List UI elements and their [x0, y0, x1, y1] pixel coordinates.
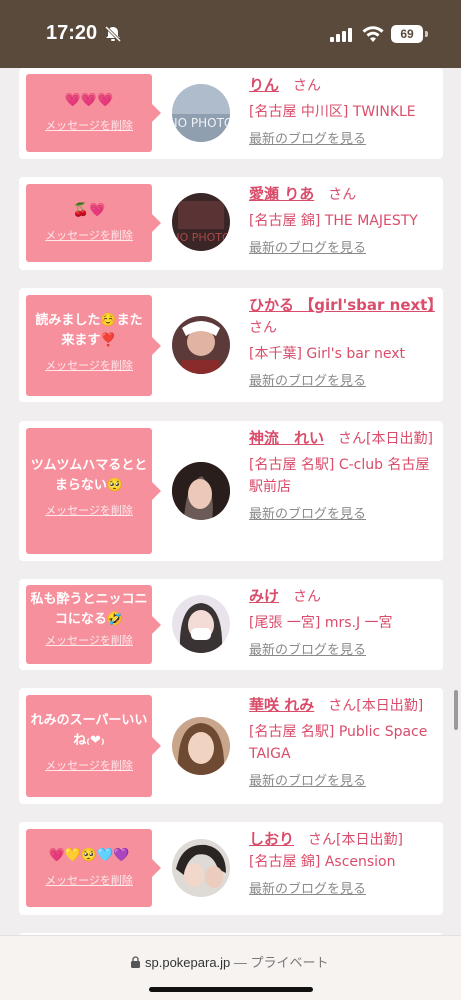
avatar[interactable]: NO PHOTO: [172, 84, 230, 142]
shop-info: [名古屋 中川区] TWINKLE: [249, 104, 416, 120]
private-label: — プライベート: [233, 955, 329, 970]
latest-blog-link[interactable]: 最新のブログを見る: [249, 504, 439, 526]
latest-blog-link[interactable]: 最新のブログを見る: [249, 771, 439, 793]
scroll-indicator[interactable]: [454, 690, 458, 730]
girl-name-link[interactable]: 愛瀬 りあ: [249, 185, 314, 203]
shop-info: [名古屋 名駅] Public Space TAIGA: [249, 724, 428, 762]
avatar[interactable]: [172, 462, 230, 520]
profile-photo: [172, 839, 230, 897]
delete-message-link[interactable]: メッセージを削除: [26, 632, 152, 648]
honorific: さん: [249, 320, 277, 336]
message-text: 読みました☺️また来ます❣️: [35, 313, 143, 348]
message-bubble: 読みました☺️また来ます❣️ メッセージを削除: [26, 295, 161, 396]
today-working-badge: [本日出勤]: [366, 431, 433, 447]
message-bubble: ツムツムハマるととまらない🥺 メッセージを削除: [26, 428, 161, 554]
message-card: ツムツムハマるととまらない🥺 メッセージを削除 神流 れい さん[本日出勤] […: [19, 421, 443, 561]
message-card: 私も酔うとニッコニコになる🤣 メッセージを削除 みけ さん [尾張 一宮] mr…: [19, 579, 443, 670]
today-working-badge: [本日出勤]: [336, 832, 403, 848]
avatar[interactable]: [172, 595, 230, 653]
message-text: ツムツムハマるととまらない🥺: [30, 458, 148, 493]
delete-message-link[interactable]: メッセージを削除: [26, 357, 152, 373]
message-card: 読みました☺️また来ます❣️ メッセージを削除 ひかる 【girl'sbar n…: [19, 288, 443, 402]
status-bar: 17:20 69: [0, 0, 461, 68]
message-bubble: れみのスーパーいいね₍❤︎₎ メッセージを削除: [26, 695, 161, 797]
shop-info: [本千葉] Girl's bar next: [249, 346, 406, 362]
avatar[interactable]: [172, 316, 230, 374]
delete-message-link[interactable]: メッセージを削除: [26, 502, 152, 518]
svg-text:NO PHOTO: NO PHOTO: [172, 231, 230, 244]
message-bubble: 💗💗💗 メッセージを削除: [26, 74, 161, 152]
message-text: れみのスーパーいいね₍❤︎₎: [30, 713, 148, 748]
avatar[interactable]: [172, 717, 230, 775]
delete-message-link[interactable]: メッセージを削除: [26, 757, 152, 773]
message-card: 💗💛🥺🩵💜 メッセージを削除 しおり さん[本日出勤] [名古屋 錦] Asce…: [19, 822, 443, 915]
browser-url-bar[interactable]: sp.pokepara.jp — プライベート: [0, 935, 461, 1000]
lock-icon: [131, 956, 140, 968]
shop-info: [名古屋 錦] THE MAJESTY: [249, 213, 418, 229]
profile-photo: [172, 595, 230, 653]
status-time: 17:20: [46, 22, 98, 44]
battery-icon: 69: [391, 25, 423, 43]
avatar[interactable]: [172, 839, 230, 897]
wifi-icon: [362, 26, 384, 42]
message-bubble: 私も酔うとニッコニコになる🤣 メッセージを削除: [26, 585, 161, 664]
message-text: 💗💗💗: [64, 93, 114, 108]
profile-photo: [172, 717, 230, 775]
girl-name-link[interactable]: 華咲 れみ: [249, 696, 314, 714]
battery-tip: [425, 31, 428, 37]
message-text: 💗💛🥺🩵💜: [48, 848, 130, 863]
girl-name-link[interactable]: みけ: [249, 587, 279, 605]
honorific: さん: [308, 832, 337, 848]
delete-message-link[interactable]: メッセージを削除: [26, 227, 152, 243]
message-bubble: 🍒💗 メッセージを削除: [26, 184, 161, 262]
honorific: さん: [338, 431, 367, 447]
svg-text:NO PHOTO: NO PHOTO: [172, 116, 230, 130]
message-card: 💗💗💗 メッセージを削除 NO PHOTO りん さん [名古屋 中川区] TW…: [19, 68, 443, 159]
home-indicator[interactable]: [149, 987, 313, 992]
latest-blog-link[interactable]: 最新のブログを見る: [249, 640, 439, 662]
delete-message-link[interactable]: メッセージを削除: [26, 872, 152, 888]
today-working-badge: [本日出勤]: [356, 698, 424, 714]
message-card: れみのスーパーいいね₍❤︎₎ メッセージを削除 華咲 れみ さん[本日出勤] […: [19, 688, 443, 804]
profile-photo: [172, 462, 230, 520]
url-domain: sp.pokepara.jp: [145, 955, 231, 970]
shop-info: [尾張 一宮] mrs.J 一宮: [249, 615, 393, 631]
latest-blog-link[interactable]: 最新のブログを見る: [249, 129, 439, 151]
girl-name-link[interactable]: りん: [249, 76, 279, 94]
no-photo-image: NO PHOTO: [172, 84, 230, 142]
girl-name-link[interactable]: 神流 れい: [249, 429, 324, 447]
url-text[interactable]: sp.pokepara.jp — プライベート: [145, 952, 329, 971]
girl-name-link[interactable]: しおり: [249, 830, 294, 848]
message-card: 🍒💗 メッセージを削除 NO PHOTO 愛瀬 りあ さん [名古屋 錦] TH…: [19, 177, 443, 270]
latest-blog-link[interactable]: 最新のブログを見る: [249, 879, 439, 901]
latest-blog-link[interactable]: 最新のブログを見る: [249, 371, 439, 393]
honorific: さん: [293, 589, 322, 605]
girl-name-link[interactable]: ひかる 【girl'sbar next】: [249, 296, 435, 314]
message-text: 🍒💗: [72, 203, 106, 218]
cellular-signal-icon: [330, 28, 352, 42]
latest-blog-link[interactable]: 最新のブログを見る: [249, 238, 439, 260]
delete-message-link[interactable]: メッセージを削除: [26, 117, 152, 133]
message-bubble: 💗💛🥺🩵💜 メッセージを削除: [26, 829, 161, 907]
no-photo-image: NO PHOTO: [172, 193, 230, 251]
honorific: さん: [328, 187, 357, 203]
shop-info: [名古屋 名駅] C-club 名古屋駅前店: [249, 457, 430, 495]
bell-slash-icon: [104, 25, 122, 43]
honorific: さん: [328, 698, 357, 714]
honorific: さん: [293, 78, 322, 94]
shop-info: [名古屋 錦] Ascension: [249, 854, 396, 870]
profile-photo: [172, 316, 230, 374]
avatar[interactable]: NO PHOTO: [172, 193, 230, 251]
message-text: 私も酔うとニッコニコになる🤣: [30, 592, 148, 627]
